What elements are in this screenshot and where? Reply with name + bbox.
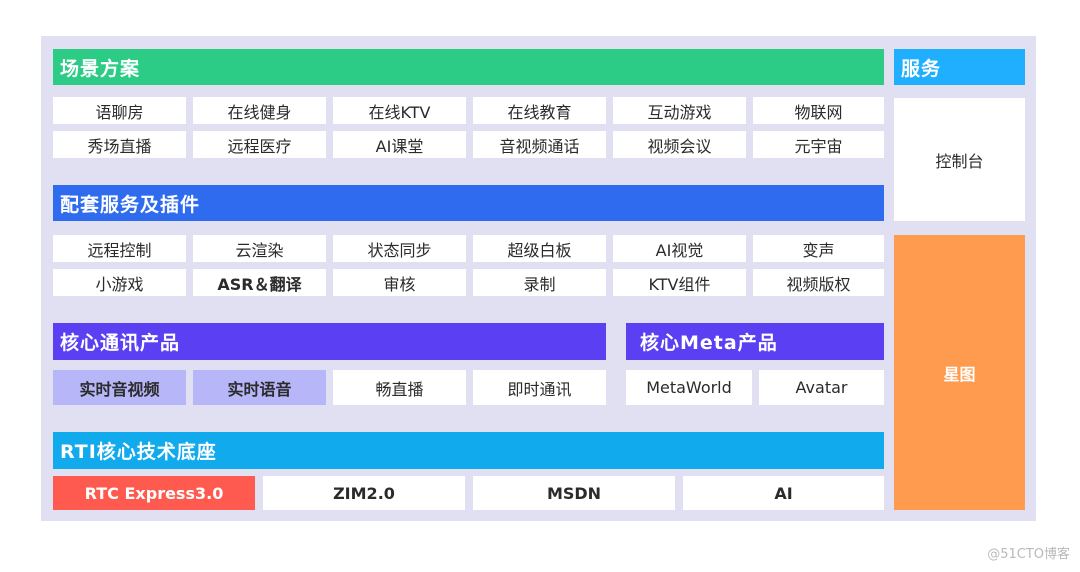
scenario-item: 物联网: [753, 97, 884, 124]
scenario-item: AI课堂: [333, 131, 466, 158]
rti-item-rtc: RTC Express3.0: [53, 476, 255, 510]
core-comm-header: 核心通讯产品: [53, 323, 606, 360]
plugin-item: 变声: [753, 235, 884, 262]
plugin-item: ASR＆翻译: [193, 269, 326, 296]
plugins-header: 配套服务及插件: [53, 185, 884, 221]
scenario-item: 元宇宙: [753, 131, 884, 158]
core-comm-item: 畅直播: [333, 370, 466, 405]
scenarios-header: 场景方案: [53, 49, 884, 85]
scenario-item: 音视频通话: [473, 131, 606, 158]
star-map-box: 星图: [894, 235, 1025, 510]
plugin-item: 视频版权: [753, 269, 884, 296]
plugin-item: 远程控制: [53, 235, 186, 262]
plugin-item: 云渲染: [193, 235, 326, 262]
console-box: 控制台: [894, 98, 1025, 221]
rti-item: MSDN: [473, 476, 675, 510]
plugin-item: 超级白板: [473, 235, 606, 262]
core-comm-item: 实时语音: [193, 370, 326, 405]
core-comm-item: 即时通讯: [473, 370, 606, 405]
core-meta-header: 核心Meta产品: [626, 323, 884, 360]
core-comm-item: 实时音视频: [53, 370, 186, 405]
watermark: @51CTO博客: [987, 547, 1070, 562]
plugin-item: 录制: [473, 269, 606, 296]
scenario-item: 在线KTV: [333, 97, 466, 124]
scenario-item: 语聊房: [53, 97, 186, 124]
scenario-item: 在线健身: [193, 97, 326, 124]
plugin-item: 审核: [333, 269, 466, 296]
core-meta-item: MetaWorld: [626, 370, 752, 405]
plugin-item: KTV组件: [613, 269, 746, 296]
core-meta-item: Avatar: [759, 370, 884, 405]
services-header: 服务: [894, 49, 1025, 85]
plugin-item: AI视觉: [613, 235, 746, 262]
scenario-item: 视频会议: [613, 131, 746, 158]
scenario-item: 在线教育: [473, 97, 606, 124]
rti-header: RTI核心技术底座: [53, 432, 884, 469]
rti-item: AI: [683, 476, 884, 510]
rti-item: ZIM2.0: [263, 476, 465, 510]
plugin-item: 小游戏: [53, 269, 186, 296]
plugin-item: 状态同步: [333, 235, 466, 262]
scenario-item: 远程医疗: [193, 131, 326, 158]
scenario-item: 互动游戏: [613, 97, 746, 124]
scenario-item: 秀场直播: [53, 131, 186, 158]
